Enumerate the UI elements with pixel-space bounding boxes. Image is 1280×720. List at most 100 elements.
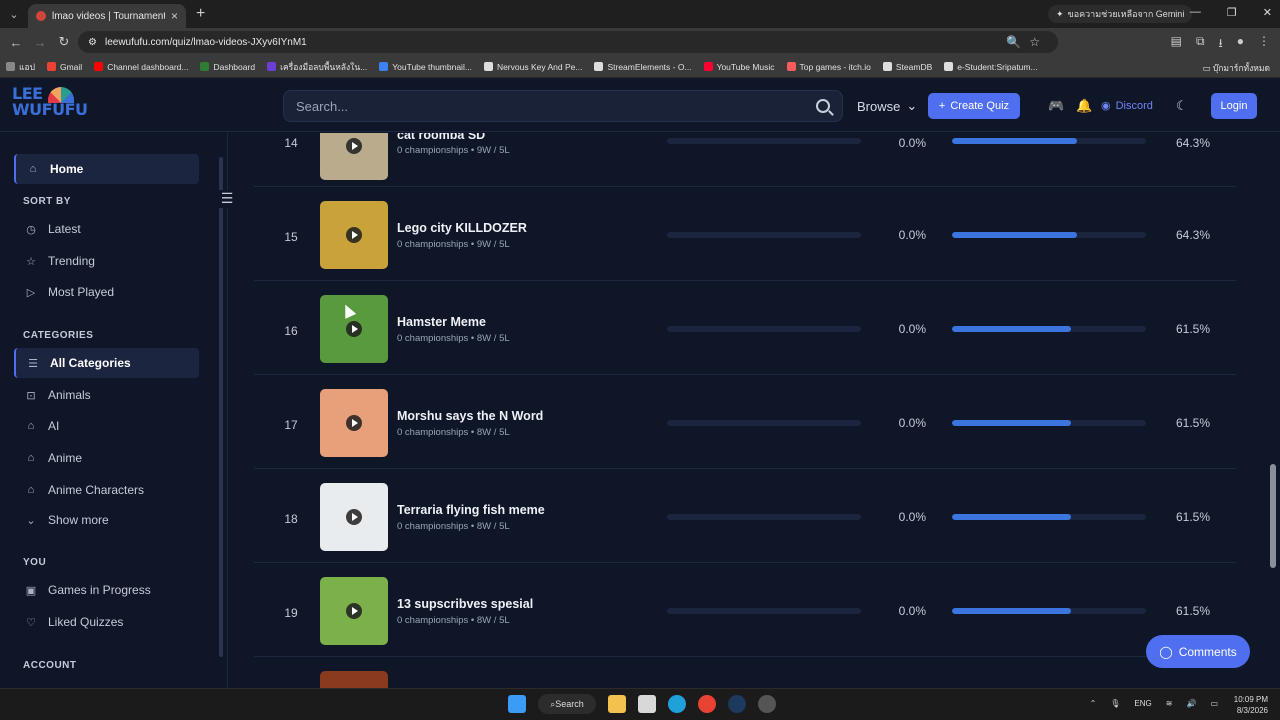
bookmark-apps[interactable]: แอป — [6, 60, 35, 74]
wifi-icon[interactable]: ≋ — [1166, 699, 1173, 708]
bookmark-steamdb[interactable]: SteamDB — [882, 62, 932, 72]
table-row[interactable]: 16 Hamster Meme 0 championships • 8W / 5… — [254, 281, 1236, 375]
sidebar-item-ai[interactable]: ⌂ AI — [14, 411, 199, 441]
search-icon[interactable] — [816, 99, 830, 113]
sidebar-item-most-played[interactable]: ▷ Most Played — [14, 277, 199, 307]
tray-chevron-icon[interactable]: ⌃ — [1090, 699, 1097, 708]
minimize-icon[interactable]: — — [1190, 6, 1201, 19]
sidebar-item-latest[interactable]: ◷ Latest — [14, 214, 199, 244]
bookmark-nervous-key[interactable]: Nervous Key And Pe... — [483, 62, 582, 72]
sidebar-item-home[interactable]: ⌂ Home — [14, 154, 199, 184]
sidebar-collapse-icon[interactable]: ☰ — [216, 190, 238, 208]
taskbar-search[interactable]: ⌕ Search — [538, 694, 596, 714]
bookmark-streamelements[interactable]: StreamElements - O... — [594, 62, 692, 72]
item-title[interactable]: 13 supscribves spesial — [397, 597, 533, 611]
page-scrollbar[interactable] — [1270, 464, 1276, 568]
extensions-icon[interactable]: ⧉ — [1196, 34, 1205, 55]
download-icon[interactable]: ⭳ — [1219, 34, 1223, 55]
new-tab-button[interactable]: + — [196, 5, 205, 23]
item-title[interactable]: Lego city KILLDOZER — [397, 221, 527, 235]
bookmark-itch[interactable]: Top games - itch.io — [786, 62, 871, 72]
browse-dropdown[interactable]: Browse ⌄ — [857, 98, 917, 114]
discord-link[interactable]: ◉ Discord — [1101, 99, 1153, 113]
windows-start-icon[interactable] — [508, 695, 526, 713]
video-thumbnail[interactable] — [320, 671, 388, 688]
search-input[interactable]: Search... — [283, 90, 843, 122]
bookmark-estudent[interactable]: e-Student:Sripatum... — [944, 62, 1038, 72]
chrome-icon[interactable] — [698, 695, 716, 713]
browser-menu-icon[interactable]: ⋮ — [1258, 34, 1270, 55]
gamepad-icon[interactable]: 🎮 — [1048, 98, 1064, 114]
taskbar-clock[interactable]: 10:09 PM 8/3/2026 — [1234, 694, 1268, 716]
sidebar-item-anime-characters[interactable]: ⌂ Anime Characters — [14, 475, 199, 505]
sidebar-scrollbar[interactable] — [219, 157, 223, 657]
profile-avatar[interactable]: ● — [1237, 34, 1244, 55]
play-icon[interactable] — [346, 603, 362, 619]
play-icon[interactable] — [346, 415, 362, 431]
video-thumbnail[interactable] — [320, 295, 388, 363]
forward-icon[interactable]: → — [28, 35, 52, 50]
item-title[interactable]: Hamster Meme — [397, 315, 486, 329]
url-field[interactable]: ⚙ leewufufu.com/quiz/lmao-videos-JXyv6IY… — [78, 31, 1058, 53]
reload-icon[interactable]: ↻ — [52, 34, 76, 50]
battery-icon[interactable]: ▭ — [1210, 699, 1218, 708]
play-icon[interactable] — [346, 321, 362, 337]
bookmark-channel-dashboard[interactable]: Channel dashboard... — [94, 62, 188, 72]
back-icon[interactable]: ← — [4, 35, 28, 50]
table-row[interactable]: 17 Morshu says the N Word 0 championship… — [254, 375, 1236, 469]
item-title[interactable]: Morshu says the N Word — [397, 409, 543, 423]
volume-icon[interactable]: 🔊 — [1186, 699, 1196, 708]
app-icon[interactable] — [758, 695, 776, 713]
table-row[interactable]: 18 Terraria flying fish meme 0 champions… — [254, 469, 1236, 563]
extension-icon[interactable]: ▤ — [1171, 34, 1182, 55]
sidebar-item-anime[interactable]: ⌂ Anime — [14, 443, 199, 473]
comments-button[interactable]: ◯ Comments — [1146, 635, 1250, 668]
play-icon[interactable] — [346, 138, 362, 154]
bookmark-gmail[interactable]: Gmail — [46, 62, 82, 72]
bookmark-dashboard[interactable]: Dashboard — [200, 62, 255, 72]
sidebar-item-animals[interactable]: ⊡ Animals — [14, 380, 199, 410]
item-title[interactable]: cat roomba SD — [397, 133, 485, 142]
site-info-icon[interactable]: ⚙ — [88, 37, 97, 48]
table-row[interactable]: 15 Lego city KILLDOZER 0 championships •… — [254, 187, 1236, 281]
show-more-button[interactable]: ⌄ Show more — [14, 505, 199, 535]
sidebar-item-all-categories[interactable]: ☰ All Categories — [14, 348, 199, 378]
sidebar-item-games-in-progress[interactable]: ▣ Games in Progress — [14, 575, 199, 605]
gemini-button[interactable]: ✦ ขอความช่วยเหลือจาก Gemini — [1048, 5, 1193, 23]
tool-icon — [267, 62, 277, 71]
play-icon[interactable] — [346, 509, 362, 525]
video-thumbnail[interactable] — [320, 389, 388, 457]
play-icon[interactable] — [346, 227, 362, 243]
store-icon[interactable] — [638, 695, 656, 713]
item-title[interactable]: Terraria flying fish meme — [397, 503, 545, 517]
table-row[interactable]: 19 13 supscribves spesial 0 championship… — [254, 563, 1236, 657]
dark-mode-icon[interactable]: ☾ — [1176, 98, 1188, 114]
mic-icon[interactable]: 🎙 — [1110, 699, 1120, 708]
file-explorer-icon[interactable] — [608, 695, 626, 713]
all-bookmarks-folder[interactable]: ▭ บุ๊กมาร์กทั้งหมด — [1202, 61, 1270, 75]
table-row[interactable] — [254, 657, 1236, 688]
tab-search-icon[interactable]: ⌄ — [0, 0, 28, 28]
bookmark-yt-thumbnail[interactable]: YouTube thumbnail... — [379, 62, 472, 72]
login-button[interactable]: Login — [1211, 93, 1257, 119]
edge-icon[interactable] — [668, 695, 686, 713]
create-quiz-button[interactable]: + Create Quiz — [928, 93, 1020, 119]
video-thumbnail[interactable] — [320, 201, 388, 269]
maximize-icon[interactable]: ❐ — [1227, 6, 1237, 19]
video-thumbnail[interactable] — [320, 133, 388, 180]
bookmark-bg-remover[interactable]: เครื่องมือลบพื้นหลังใน... — [267, 60, 367, 74]
zoom-and-star-icons[interactable]: 🔍☆ — [1006, 35, 1048, 49]
close-tab-icon[interactable]: × — [171, 9, 178, 23]
sidebar-item-trending[interactable]: ☆ Trending — [14, 246, 199, 276]
steam-icon[interactable] — [728, 695, 746, 713]
bookmark-youtube-music[interactable]: YouTube Music — [703, 62, 775, 72]
table-row[interactable]: 14 cat roomba SD 0 championships • 9W / … — [254, 133, 1236, 187]
close-window-icon[interactable]: ✕ — [1263, 6, 1272, 19]
sidebar-item-liked-quizzes[interactable]: ♡ Liked Quizzes — [14, 607, 199, 637]
language-indicator[interactable]: ENG — [1134, 699, 1151, 708]
browser-tab[interactable]: lmao videos | Tournament, Tie × — [28, 4, 186, 28]
video-thumbnail[interactable] — [320, 577, 388, 645]
video-thumbnail[interactable] — [320, 483, 388, 551]
bell-icon[interactable]: 🔔 — [1076, 98, 1092, 114]
site-logo[interactable]: LEE WUFUFU — [12, 86, 88, 126]
